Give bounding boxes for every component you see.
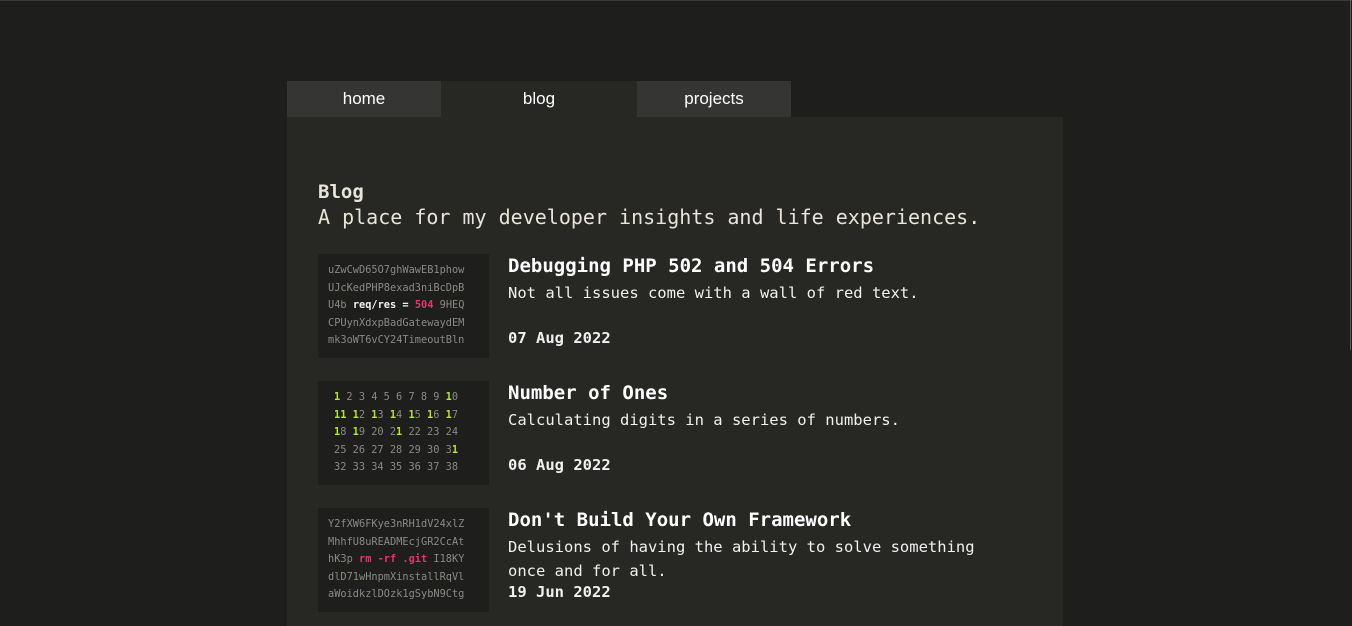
scrollbar[interactable] — [1350, 0, 1351, 350]
post-description: Not all issues come with a wall of red t… — [508, 284, 919, 302]
post-date: 19 Jun 2022 — [508, 583, 611, 601]
tab-blog[interactable]: blog — [441, 81, 637, 117]
post-date: 06 Aug 2022 — [508, 456, 611, 474]
post-thumbnail[interactable]: uZwCwD65O7ghWawEB1phow UJcKedPHP8exad3ni… — [318, 254, 489, 358]
nav-tabs: home blog projects — [287, 81, 791, 117]
post-title[interactable]: Number of Ones — [508, 382, 668, 404]
post-date: 07 Aug 2022 — [508, 329, 611, 347]
window-top-border — [0, 0, 1352, 1]
post-description: Delusions of having the ability to solve… — [508, 538, 975, 580]
tab-projects[interactable]: projects — [637, 81, 791, 117]
post-item[interactable]: uZwCwD65O7ghWawEB1phow UJcKedPHP8exad3ni… — [318, 254, 1018, 358]
tab-home[interactable]: home — [287, 81, 441, 117]
post-thumbnail[interactable]: Y2fXW6FKye3nRH1dV24xlZ MhhfU8uREADMEcjGR… — [318, 508, 489, 612]
page-title: Blog — [318, 181, 364, 203]
post-title[interactable]: Don't Build Your Own Framework — [508, 509, 851, 531]
post-description: Calculating digits in a series of number… — [508, 411, 900, 429]
post-title[interactable]: Debugging PHP 502 and 504 Errors — [508, 255, 874, 277]
post-item[interactable]: 1 2 3 4 5 6 7 8 9 10 11 12 13 14 15 16 1… — [318, 381, 1018, 485]
post-thumbnail[interactable]: 1 2 3 4 5 6 7 8 9 10 11 12 13 14 15 16 1… — [318, 381, 489, 485]
page-subtitle: A place for my developer insights and li… — [318, 205, 981, 229]
post-item[interactable]: Y2fXW6FKye3nRH1dV24xlZ MhhfU8uREADMEcjGR… — [318, 508, 1018, 612]
